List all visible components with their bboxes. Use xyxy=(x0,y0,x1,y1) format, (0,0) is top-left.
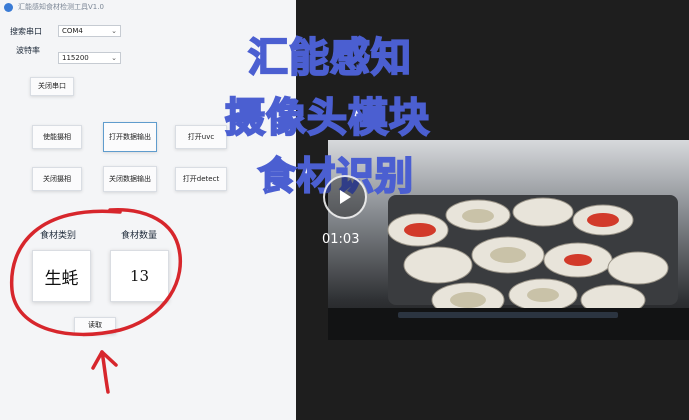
video-timestamp: 01:03 xyxy=(322,232,360,247)
play-button[interactable] xyxy=(323,175,367,219)
annotation-circle xyxy=(9,208,183,337)
play-icon xyxy=(340,190,351,204)
overlay-title-line1: 汇能感知 xyxy=(247,34,412,82)
overlay-title-line2: 摄像头模块 xyxy=(224,94,430,142)
